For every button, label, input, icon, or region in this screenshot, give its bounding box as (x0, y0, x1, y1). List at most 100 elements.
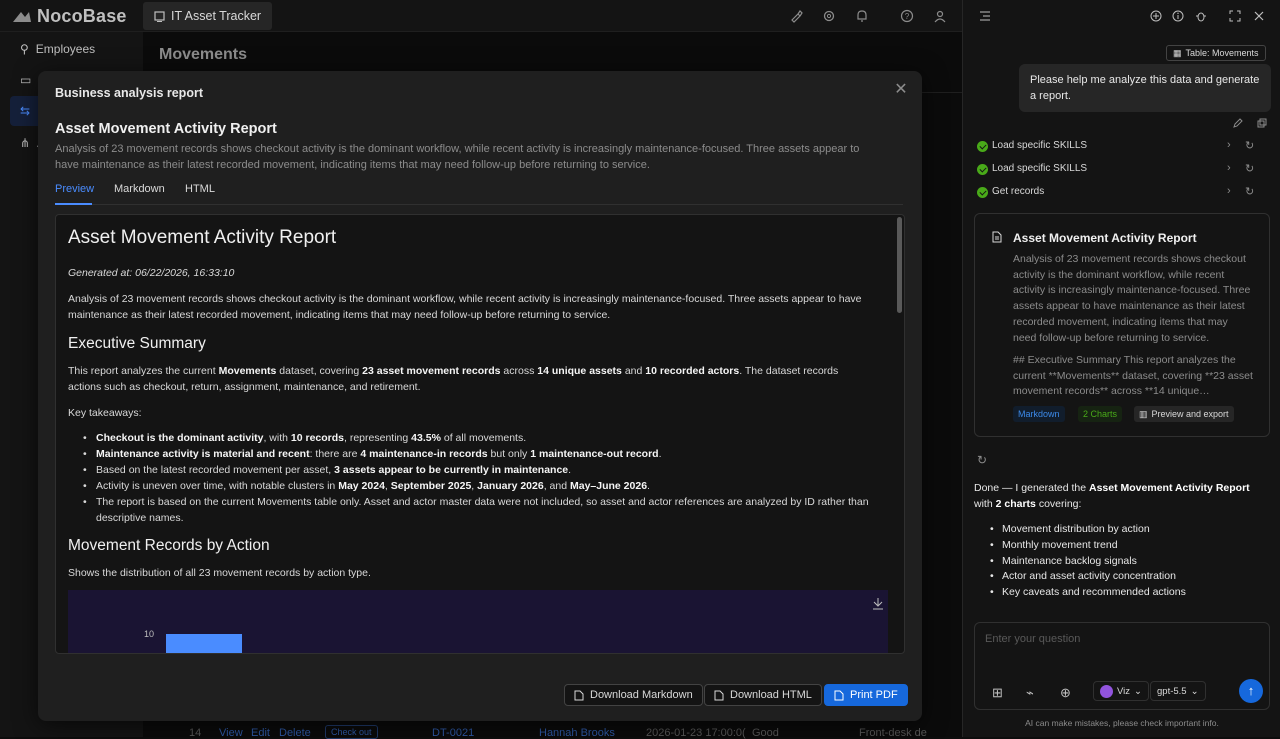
bold-text: 1 maintenance-out record (530, 448, 659, 460)
sidebar-item-label: Employees (35, 42, 96, 56)
row-asset-link[interactable]: DT-0021 (432, 727, 474, 739)
report-card[interactable]: Asset Movement Activity Report Analysis … (974, 213, 1270, 437)
text: . (658, 448, 662, 460)
report-card-title: Asset Movement Activity Report (1013, 231, 1197, 245)
table-context-chip[interactable]: ▦ Table: Movements (1166, 45, 1266, 61)
tab-preview[interactable]: Preview (55, 183, 94, 195)
text: This report analyzes the current (68, 365, 216, 377)
chevron-right-icon[interactable]: › (1227, 185, 1231, 197)
tool-call-row[interactable]: Load specific SKILLS › ↻ (977, 162, 1257, 177)
refresh-icon[interactable]: ↻ (1245, 162, 1254, 175)
preview-export-button[interactable]: ▥ Preview and export (1134, 406, 1234, 422)
nocobase-logo[interactable]: NocoBase (11, 6, 127, 27)
text: , and (543, 480, 568, 492)
refresh-icon[interactable]: ↻ (977, 453, 987, 467)
print-pdf-button[interactable]: Print PDF (824, 684, 908, 706)
tab-markdown[interactable]: Markdown (114, 183, 165, 195)
assistant-message: Done — I generated the Asset Movement Ac… (974, 481, 1270, 512)
text: , (471, 480, 475, 492)
close-icon[interactable] (1253, 10, 1265, 22)
text: across (503, 365, 535, 377)
expand-icon[interactable] (1229, 10, 1241, 22)
globe-icon[interactable]: ⊕ (1060, 685, 1072, 700)
bold-text: 2 charts (995, 497, 1036, 510)
text: of all movements. (443, 432, 527, 444)
list-item: Activity is uneven over time, with notab… (83, 478, 876, 494)
row-delete-link[interactable]: Delete (279, 727, 311, 739)
share-icon: ⋔ (20, 136, 31, 150)
text: , with (263, 432, 288, 444)
help-icon[interactable]: ? (900, 9, 914, 23)
text: with (974, 497, 993, 510)
edit-icon[interactable] (1233, 118, 1243, 128)
tab-divider (55, 204, 903, 205)
list-item: The report is based on the current Movem… (83, 494, 876, 526)
user-avatar-icon[interactable] (933, 9, 947, 23)
bold-text: 43.5% (411, 432, 441, 444)
row-location: Front-desk de (859, 727, 927, 739)
copy-icon[interactable] (1257, 118, 1267, 128)
report-preview[interactable]: Asset Movement Activity Report Generated… (55, 214, 905, 654)
row-view-link[interactable]: View (219, 727, 243, 739)
text: but only (490, 448, 528, 460)
bell-icon[interactable] (855, 9, 869, 23)
executive-summary-heading: Executive Summary (68, 335, 206, 352)
row-edit-link[interactable]: Edit (251, 727, 270, 739)
question-input[interactable] (985, 633, 1255, 645)
chevron-down-icon: ⌄ (1190, 685, 1199, 697)
button-label: Download HTML (730, 689, 812, 701)
brush-icon[interactable] (789, 9, 803, 23)
bug-icon[interactable] (1195, 10, 1207, 22)
tool-call-row[interactable]: Get records › ↻ (977, 185, 1257, 200)
app-tab-it-asset-tracker[interactable]: IT Asset Tracker (143, 2, 273, 30)
chevron-right-icon[interactable]: › (1227, 162, 1231, 174)
close-icon[interactable]: ✕ (894, 82, 908, 98)
download-markdown-button[interactable]: Download Markdown (564, 684, 703, 706)
send-button[interactable]: ↑ (1239, 679, 1263, 703)
monitor-icon: ▭ (20, 73, 32, 87)
download-icon[interactable] (873, 598, 883, 610)
chevron-right-icon[interactable]: › (1227, 139, 1231, 151)
bold-text: Asset Movement Activity Report (1089, 482, 1250, 494)
model-selector[interactable]: gpt-5.5 ⌄ (1150, 681, 1206, 701)
sidebar-item-employees[interactable]: ⚲ Employees (10, 34, 138, 64)
row-actor-link[interactable]: Hannah Brooks (539, 727, 615, 739)
text: dataset, covering (279, 365, 360, 377)
bold-text: May 2024 (338, 480, 385, 492)
new-chat-icon[interactable] (1150, 10, 1162, 22)
top-bar: NocoBase IT Asset Tracker ? (0, 0, 962, 32)
tool-call-label: Get records (992, 186, 1045, 197)
blocks-icon[interactable]: ⊞ (992, 685, 1004, 700)
logo-icon (13, 11, 31, 22)
text: . (568, 464, 572, 476)
list-item: Movement distribution by action (990, 523, 1150, 535)
list-item: Maintenance backlog signals (990, 555, 1137, 567)
refresh-icon[interactable]: ↻ (1245, 139, 1254, 152)
download-html-button[interactable]: Download HTML (704, 684, 822, 706)
menu-icon[interactable] (979, 10, 991, 22)
button-label: Download Markdown (590, 689, 693, 701)
file-icon (714, 690, 724, 700)
svg-text:?: ? (905, 12, 910, 21)
generated-at: Generated at: 06/22/2026, 16:33:10 (68, 267, 235, 279)
list-item: Actor and asset activity concentration (990, 570, 1176, 582)
chat-composer: ⊞ ⌁ ⊕ Viz ⌄ gpt-5.5 ⌄ ↑ (974, 622, 1270, 710)
tab-html[interactable]: HTML (185, 183, 215, 195)
text: . (647, 480, 650, 492)
agent-selector[interactable]: Viz ⌄ (1093, 681, 1149, 701)
tool-call-row[interactable]: Load specific SKILLS › ↻ (977, 139, 1257, 154)
info-icon[interactable] (1172, 10, 1184, 22)
list-item: Based on the latest recorded movement pe… (83, 462, 876, 478)
gear-icon[interactable] (822, 9, 836, 23)
bold-text: September 2025 (390, 480, 472, 492)
refresh-icon[interactable]: ↻ (1245, 185, 1254, 198)
table-icon: ▦ (1173, 47, 1182, 58)
table-chip-label: Table: Movements (1185, 48, 1259, 58)
bold-text: January 2026 (477, 480, 544, 492)
report-card-description: Analysis of 23 movement records shows ch… (1013, 253, 1251, 344)
arrow-up-icon: ↑ (1247, 683, 1255, 698)
modal-title: Business analysis report (55, 86, 203, 100)
bold-text: 10 records (290, 432, 345, 444)
scrollbar[interactable] (897, 217, 902, 313)
attachment-icon[interactable]: ⌁ (1026, 685, 1038, 700)
